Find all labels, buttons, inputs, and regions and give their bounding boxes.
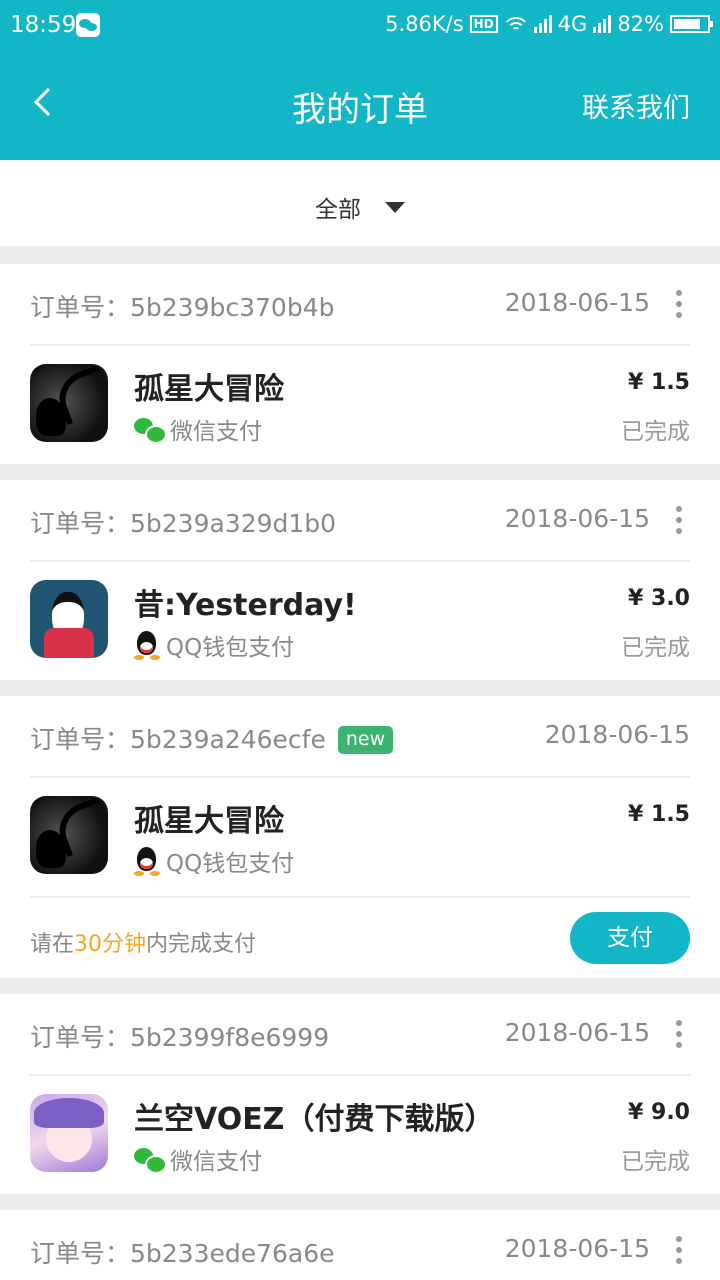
payment-method: 微信支付 <box>134 412 262 446</box>
battery-percent: 82% <box>617 12 664 36</box>
wechat-notification-icon <box>76 13 100 37</box>
order-item[interactable]: 孤星大冒险 QQ钱包支付 ¥ 1.5 <box>30 796 690 878</box>
order-date: 2018-06-15 <box>544 720 690 749</box>
order-number: 订单号：5b233ede76a6e <box>30 1239 335 1268</box>
signal-icon-2 <box>593 15 612 33</box>
order-number: 订单号：5b239a246ecfe <box>30 725 326 754</box>
order-date: 2018-06-15 <box>504 1234 650 1263</box>
filter-dropdown[interactable]: 全部 <box>315 190 405 224</box>
more-options-icon[interactable] <box>672 504 686 538</box>
order-item[interactable]: 孤星大冒险 微信支付 ¥ 1.5 已完成 <box>30 364 690 446</box>
more-options-icon[interactable] <box>672 1234 686 1268</box>
app-name: 兰空VOEZ（付费下载版） <box>134 1102 495 1137</box>
order-card: 订单号：5b239a329d1b0 2018-06-15 昔:Yesterday… <box>0 480 720 680</box>
app-name: 孤星大冒险 <box>134 372 284 407</box>
payment-hint: 请在30分钟内完成支付 <box>30 926 256 958</box>
network-type: 4G <box>557 12 588 36</box>
hint-countdown: 30分钟 <box>74 932 147 957</box>
payment-method-label: 微信支付 <box>170 1149 262 1175</box>
hint-suffix: 内完成支付 <box>146 932 257 957</box>
order-card: 订单号：5b2399f8e6999 2018-06-15 兰空VOEZ（付费下载… <box>0 994 720 1194</box>
order-number: 订单号：5b2399f8e6999 <box>30 1023 330 1052</box>
qq-wallet-icon <box>134 630 160 660</box>
new-badge: new <box>337 726 394 754</box>
order-header: 订单号：5b239a329d1b0 2018-06-15 <box>30 480 690 562</box>
order-number: 订单号：5b239bc370b4b <box>30 293 335 322</box>
network-speed: 5.86K/s <box>385 12 464 36</box>
qq-wallet-icon <box>134 846 160 876</box>
order-number: 订单号：5b239a329d1b0 <box>30 509 337 538</box>
order-date: 2018-06-15 <box>504 288 650 317</box>
order-filter: 全部 <box>0 160 720 246</box>
payment-method: 微信支付 <box>134 1142 262 1176</box>
wifi-icon <box>503 15 528 33</box>
order-card-pending: 订单号：5b239a246ecfe new 2018-06-15 孤星大冒险 QQ… <box>0 696 720 978</box>
app-icon <box>30 364 108 442</box>
hd-icon: HD <box>469 15 498 33</box>
order-date: 2018-06-15 <box>504 504 650 533</box>
payment-method: QQ钱包支付 <box>134 844 294 878</box>
payment-method-label: QQ钱包支付 <box>166 851 295 877</box>
signal-icon <box>533 15 552 33</box>
contact-us-button[interactable]: 联系我们 <box>582 86 690 125</box>
order-header: 订单号：5b233ede76a6e 2018-06-15 <box>30 1210 690 1280</box>
payment-method-label: QQ钱包支付 <box>166 635 295 661</box>
order-item[interactable]: 昔:Yesterday! QQ钱包支付 ¥ 3.0 已完成 <box>30 580 690 662</box>
order-header: 订单号：5b239bc370b4b 2018-06-15 <box>30 264 690 346</box>
status-bar: 18:59 5.86K/s HD 4G 82% <box>0 0 720 52</box>
order-status: 已完成 <box>621 419 690 445</box>
app-icon <box>30 580 108 658</box>
caret-down-icon <box>385 201 405 213</box>
order-price: ¥ 9.0 <box>628 1100 690 1125</box>
payment-method-label: 微信支付 <box>170 419 262 445</box>
order-card: 订单号：5b239bc370b4b 2018-06-15 孤星大冒险 微信支付 … <box>0 264 720 464</box>
order-status: 已完成 <box>621 635 690 661</box>
wechat-pay-icon <box>134 416 167 444</box>
order-price: ¥ 1.5 <box>628 370 690 395</box>
app-name: 昔:Yesterday! <box>134 588 357 623</box>
app-icon <box>30 1094 108 1172</box>
order-card: 订单号：5b233ede76a6e 2018-06-15 <box>0 1210 720 1280</box>
app-bar: 我的订单 联系我们 <box>0 52 720 160</box>
status-time: 18:59 <box>10 12 77 38</box>
pay-button[interactable]: 支付 <box>570 912 690 964</box>
battery-icon <box>670 15 713 33</box>
more-options-icon[interactable] <box>672 288 686 322</box>
order-header: 订单号：5b2399f8e6999 2018-06-15 <box>30 994 690 1076</box>
more-options-icon[interactable] <box>672 1018 686 1052</box>
order-status: 已完成 <box>621 1149 690 1175</box>
app-icon <box>30 796 108 874</box>
hint-prefix: 请在 <box>30 932 75 957</box>
order-price: ¥ 1.5 <box>628 802 690 827</box>
status-indicators: 5.86K/s HD 4G 82% <box>385 12 713 36</box>
payment-footer: 请在30分钟内完成支付 支付 <box>30 896 690 978</box>
order-number-wrap: 订单号：5b239a246ecfe new <box>30 720 394 756</box>
order-date: 2018-06-15 <box>504 1018 650 1047</box>
payment-method: QQ钱包支付 <box>134 628 294 662</box>
app-name: 孤星大冒险 <box>134 804 284 839</box>
filter-label: 全部 <box>315 197 361 223</box>
order-item[interactable]: 兰空VOEZ（付费下载版） 微信支付 ¥ 9.0 已完成 <box>30 1094 690 1176</box>
order-price: ¥ 3.0 <box>628 586 690 611</box>
order-header: 订单号：5b239a246ecfe new 2018-06-15 <box>30 696 690 778</box>
wechat-pay-icon <box>134 1146 167 1174</box>
